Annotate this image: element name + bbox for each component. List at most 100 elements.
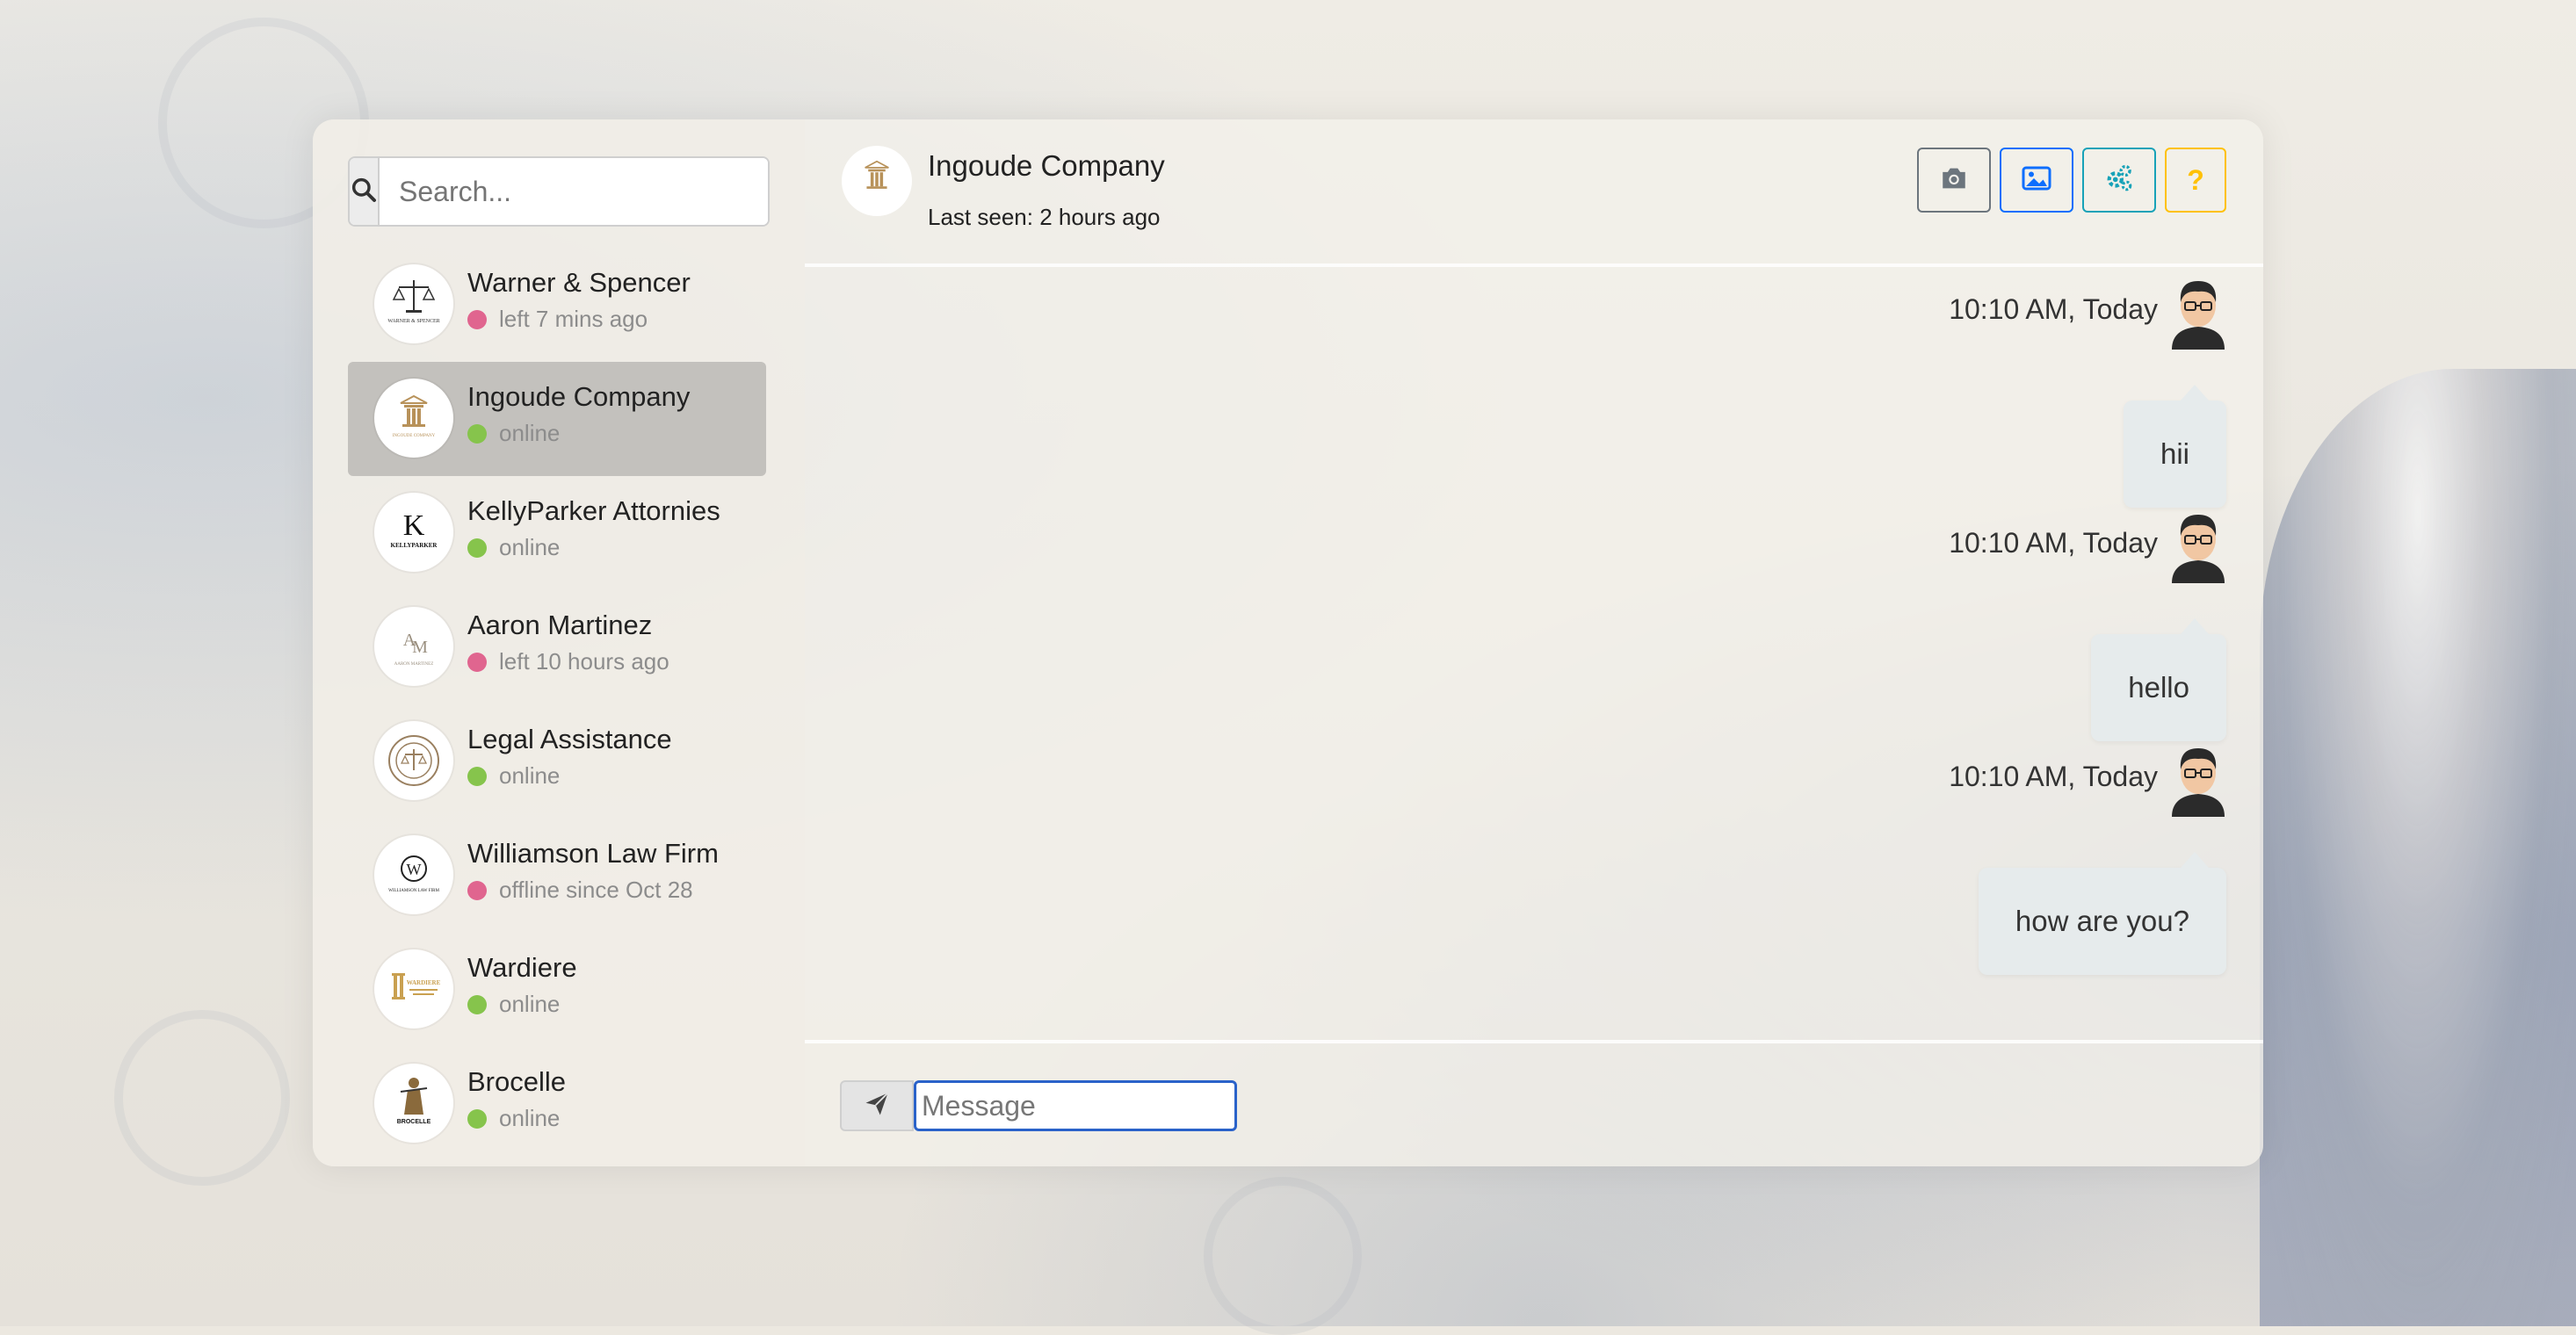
user-avatar xyxy=(2168,276,2228,350)
contact-avatar: A M AARON MARTINEZ xyxy=(374,607,453,686)
settings-button[interactable] xyxy=(2082,148,2156,213)
message-timestamp: 10:10 AM, Today xyxy=(1949,293,2158,325)
contact-name: Williamson Law Firm xyxy=(467,838,719,869)
camera-button[interactable] xyxy=(1917,148,1991,213)
message-bubble: hii xyxy=(2123,385,2226,508)
contact-status-text: online xyxy=(499,762,561,789)
contact-status: online xyxy=(467,991,560,1018)
contact-name: Brocelle xyxy=(467,1066,566,1097)
svg-text:WARNER & SPENCER: WARNER & SPENCER xyxy=(387,319,439,324)
svg-text:WARDIERE: WARDIERE xyxy=(407,979,441,986)
w-logo-icon: W WILLIAMSON LAW FIRM xyxy=(388,855,439,893)
pillar-logo-icon: WARDIERE xyxy=(392,973,441,999)
contact-status: left 7 mins ago xyxy=(467,306,648,333)
contact-item-williamson-law-firm[interactable]: W WILLIAMSON LAW FIRM Williamson Law Fir… xyxy=(348,819,766,933)
contact-status-text: online xyxy=(499,991,561,1017)
send-button[interactable] xyxy=(840,1080,914,1131)
contact-avatar: INGOUDE COMPANY xyxy=(374,379,453,458)
search-icon xyxy=(350,176,378,208)
svg-text:INGOUDE COMPANY: INGOUDE COMPANY xyxy=(393,434,436,438)
svg-text:K: K xyxy=(403,509,425,542)
search-button[interactable] xyxy=(350,158,380,225)
contact-name: Warner & Spencer xyxy=(467,267,691,298)
message-composer xyxy=(805,1040,2263,1166)
svg-text:M: M xyxy=(412,638,428,657)
chat-header: Ingoude Company Last seen: 2 hours ago ? xyxy=(805,119,2263,267)
online-status-dot xyxy=(467,766,487,786)
contact-name: KellyParker Attornies xyxy=(467,495,720,526)
online-status-dot xyxy=(467,994,487,1014)
contact-avatar: WARDIERE xyxy=(374,949,453,1028)
message-input[interactable] xyxy=(914,1080,1237,1131)
offline-status-dot xyxy=(467,880,487,900)
contact-status-text: online xyxy=(499,1105,561,1131)
chat-app-card: WARNER & SPENCER Warner & Spencer left 7… xyxy=(313,119,2263,1166)
contact-item-warner-spencer[interactable]: WARNER & SPENCER Warner & Spencer left 7… xyxy=(348,248,766,362)
contact-status-text: online xyxy=(499,420,561,446)
am-monogram-icon: A M AARON MARTINEZ xyxy=(394,631,434,667)
contact-status: online xyxy=(467,1105,560,1132)
contact-status-text: left 10 hours ago xyxy=(499,648,669,675)
contact-name: Ingoude Company xyxy=(467,381,691,412)
offline-status-dot xyxy=(467,309,487,329)
contact-status-text: offline since Oct 28 xyxy=(499,877,693,903)
user-avatar xyxy=(2168,743,2228,817)
message-timestamp: 10:10 AM, Today xyxy=(1949,527,2158,559)
online-status-dot xyxy=(467,423,487,444)
message-bubble: how are you? xyxy=(1978,852,2226,975)
user-avatar xyxy=(2168,509,2228,583)
contact-status: online xyxy=(467,762,560,790)
camera-icon xyxy=(1939,165,1969,196)
user-avatar-icon xyxy=(2172,281,2225,350)
message-bubble: hello xyxy=(2091,618,2226,741)
help-button[interactable]: ? xyxy=(2165,148,2226,213)
message-timestamp: 10:10 AM, Today xyxy=(1949,761,2158,792)
background-swirl xyxy=(114,1010,290,1186)
contact-status: left 10 hours ago xyxy=(467,648,669,675)
contact-item-kellyparker[interactable]: K KELLYPARKER KellyParker Attornies onli… xyxy=(348,476,766,590)
svg-text:W: W xyxy=(407,861,422,878)
contact-status: online xyxy=(467,420,560,447)
contact-item-legal-assistance[interactable]: Legal Assistance online xyxy=(348,704,766,819)
contact-status-text: left 7 mins ago xyxy=(499,306,648,332)
contact-name: Legal Assistance xyxy=(467,724,672,754)
paper-plane-icon xyxy=(863,1091,891,1122)
contact-avatar: W WILLIAMSON LAW FIRM xyxy=(374,835,453,914)
statue-image xyxy=(2260,369,2576,1326)
k-logo-icon: K KELLYPARKER xyxy=(391,509,438,549)
contacts-sidebar: WARNER & SPENCER Warner & Spencer left 7… xyxy=(313,119,805,1166)
svg-text:BROCELLE: BROCELLE xyxy=(397,1119,431,1125)
contact-item-brocelle[interactable]: BROCELLE Brocelle online xyxy=(348,1047,766,1161)
chat-avatar xyxy=(842,146,912,216)
contact-name: Wardiere xyxy=(467,952,577,983)
last-seen-text: Last seen: 2 hours ago xyxy=(928,204,1161,230)
search-bar xyxy=(348,156,770,227)
image-button[interactable] xyxy=(2000,148,2073,213)
contact-status-text: online xyxy=(499,534,561,560)
user-avatar-icon xyxy=(2172,515,2225,583)
search-input[interactable] xyxy=(380,158,768,225)
contact-status: offline since Oct 28 xyxy=(467,877,693,904)
image-icon xyxy=(2021,165,2052,196)
chat-panel: Ingoude Company Last seen: 2 hours ago ? xyxy=(805,119,2263,1166)
contact-item-aaron-martinez[interactable]: A M AARON MARTINEZ Aaron Martinez left 1… xyxy=(348,590,766,704)
contact-avatar: WARNER & SPENCER xyxy=(374,264,453,343)
contact-name: Aaron Martinez xyxy=(467,610,653,640)
svg-text:KELLYPARKER: KELLYPARKER xyxy=(391,542,438,549)
online-status-dot xyxy=(467,1108,487,1129)
online-status-dot xyxy=(467,538,487,558)
contact-status: online xyxy=(467,534,560,561)
message-list: 10:10 AM, Today hii 10:10 AM, Today hell… xyxy=(805,267,2263,1158)
scales-logo-icon: WARNER & SPENCER xyxy=(387,280,440,324)
chat-title: Ingoude Company xyxy=(928,149,1165,182)
seal-logo-icon xyxy=(388,735,439,786)
lady-justice-logo-icon: BROCELLE xyxy=(397,1078,431,1125)
column-logo-icon: INGOUDE COMPANY xyxy=(393,394,436,438)
background-swirl xyxy=(1204,1177,1362,1335)
contact-item-wardiere[interactable]: WARDIERE Wardiere online xyxy=(348,933,766,1047)
offline-status-dot xyxy=(467,652,487,672)
contact-avatar xyxy=(374,721,453,800)
contact-item-ingoude-company[interactable]: INGOUDE COMPANY Ingoude Company online xyxy=(348,362,766,476)
user-avatar-icon xyxy=(2172,748,2225,817)
column-logo-icon xyxy=(865,160,889,189)
